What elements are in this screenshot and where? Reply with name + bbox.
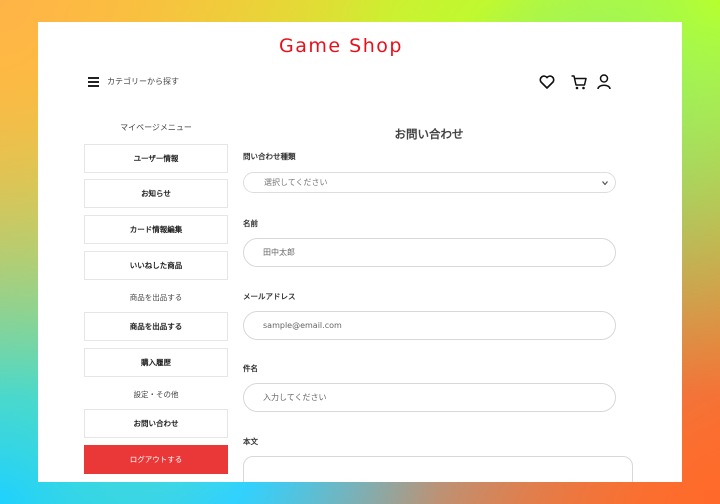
sidebar-item-purchase-history[interactable]: 購入履歴 [84,348,228,377]
email-placeholder: sample@email.com [263,321,342,330]
inquiry-type-value: 選択してください [264,178,328,187]
sidebar-item-news[interactable]: お知らせ [84,179,228,208]
menu-icon[interactable] [88,77,99,87]
sidebar-item-sell[interactable]: 商品を出品する [84,312,228,341]
user-icon[interactable] [595,73,613,91]
sidebar-section-sell: 商品を出品する [129,293,183,302]
email-field[interactable]: sample@email.com [243,311,616,340]
heart-icon[interactable] [538,73,556,91]
name-field[interactable]: 田中太郎 [243,238,616,267]
sidebar-title: マイページメニュー [120,123,192,132]
email-label: メールアドレス [243,292,296,301]
category-link[interactable]: カテゴリーから探す [107,76,179,87]
sidebar-section-settings: 設定・その他 [133,390,179,399]
body-label: 本文 [243,437,258,446]
page-frame: Game Shop カテゴリーから探す マイページメニュー ユーザー情報 お知ら… [38,22,682,482]
subject-label: 件名 [243,364,258,373]
cart-icon[interactable] [570,73,588,91]
chevron-down-icon [602,181,608,186]
inquiry-type-select[interactable]: 選択してください [243,172,616,193]
name-placeholder: 田中太郎 [263,248,295,257]
subject-placeholder: 入力してください [263,393,327,402]
body-textarea[interactable] [243,456,633,482]
site-logo[interactable]: Game Shop [38,35,644,57]
sidebar-item-user-info[interactable]: ユーザー情報 [84,144,228,173]
sidebar-item-card-edit[interactable]: カード情報編集 [84,215,228,244]
type-label: 問い合わせ種類 [243,152,296,161]
sidebar-item-liked[interactable]: いいねした商品 [84,251,228,280]
sidebar-item-contact[interactable]: お問い合わせ [84,409,228,438]
page-title: お問い合わせ [394,127,464,141]
subject-field[interactable]: 入力してください [243,383,616,412]
logout-button[interactable]: ログアウトする [84,445,228,474]
name-label: 名前 [243,219,258,228]
